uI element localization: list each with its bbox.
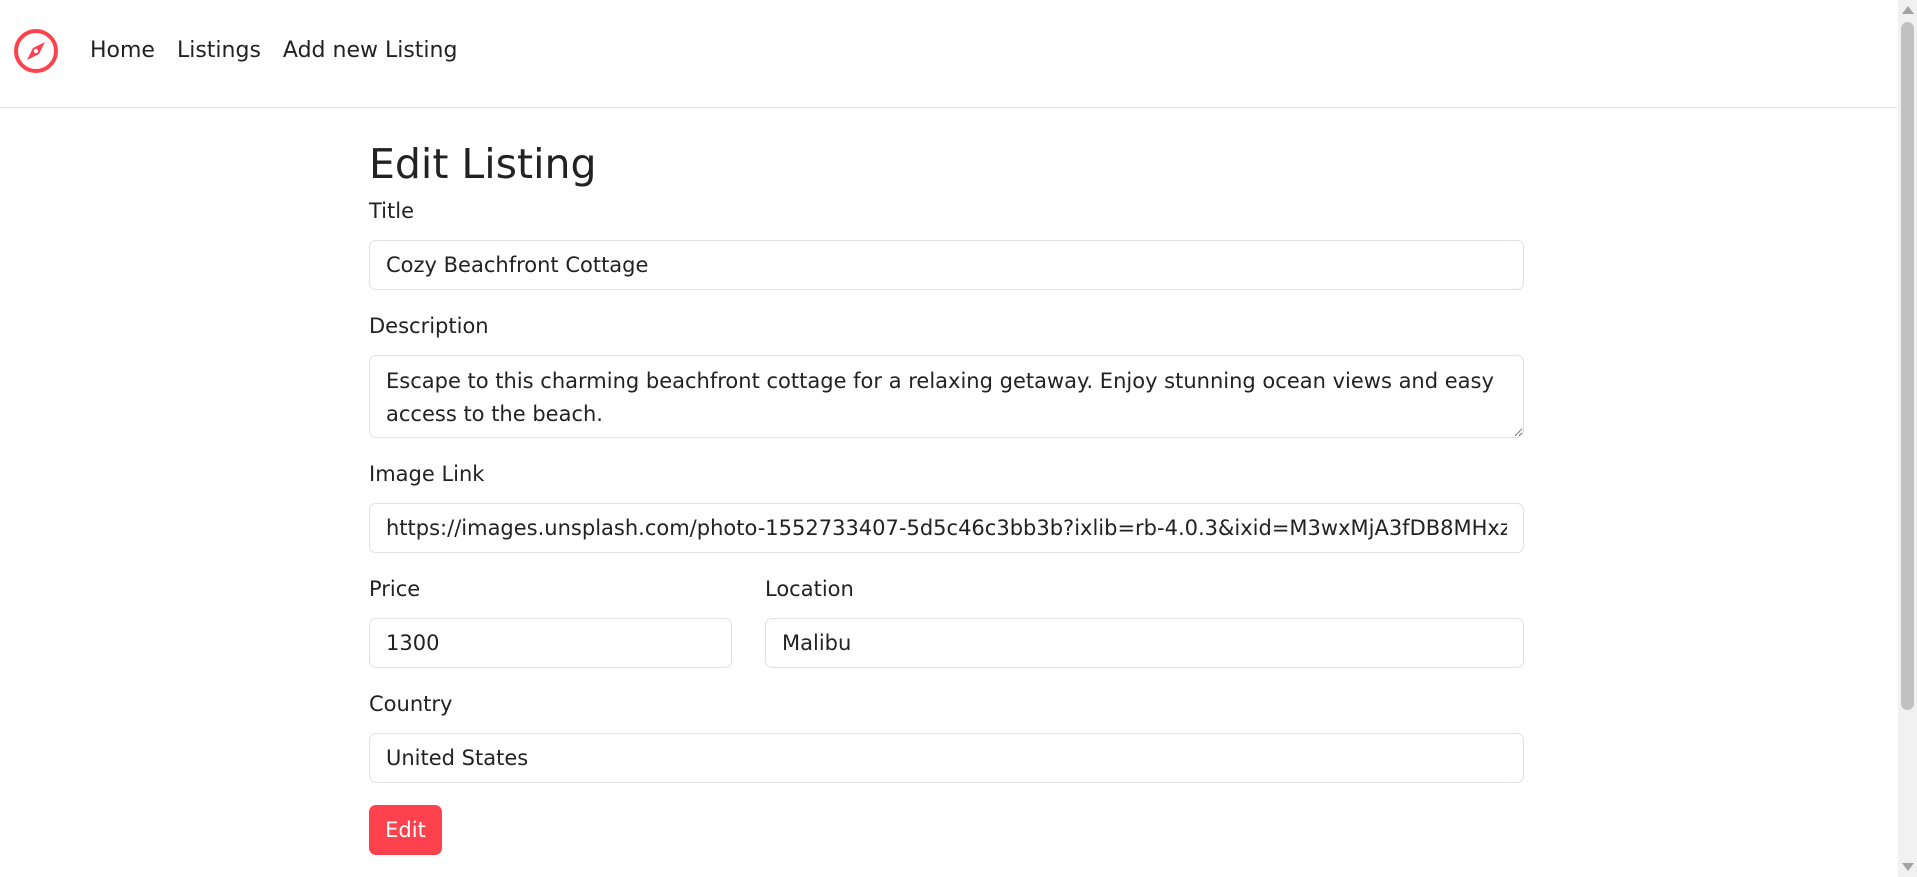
compass-icon[interactable] (13, 28, 59, 74)
scroll-down-arrow-icon[interactable] (1902, 863, 1914, 871)
page-title: Edit Listing (369, 140, 597, 188)
location-input[interactable] (765, 618, 1524, 668)
price-label: Price (369, 577, 421, 601)
nav-link-listings[interactable]: Listings (177, 38, 261, 63)
country-label: Country (369, 692, 453, 716)
title-input[interactable] (369, 240, 1524, 290)
navbar: Home Listings Add new Listing (0, 0, 1898, 108)
country-input[interactable] (369, 733, 1524, 783)
description-textarea[interactable]: Escape to this charming beachfront cotta… (369, 355, 1524, 438)
nav-links: Home Listings Add new Listing (90, 38, 457, 63)
scroll-up-arrow-icon[interactable] (1902, 6, 1914, 14)
nav-link-add-new-listing[interactable]: Add new Listing (283, 38, 458, 63)
scrollbar-thumb[interactable] (1901, 22, 1914, 710)
image-link-label: Image Link (369, 462, 485, 486)
description-label: Description (369, 314, 489, 338)
location-label: Location (765, 577, 854, 601)
price-input[interactable] (369, 618, 732, 668)
nav-link-home[interactable]: Home (90, 38, 155, 63)
scrollbar[interactable] (1898, 0, 1917, 877)
image-link-input[interactable] (369, 503, 1524, 553)
edit-button[interactable]: Edit (369, 805, 442, 855)
title-label: Title (369, 199, 415, 223)
